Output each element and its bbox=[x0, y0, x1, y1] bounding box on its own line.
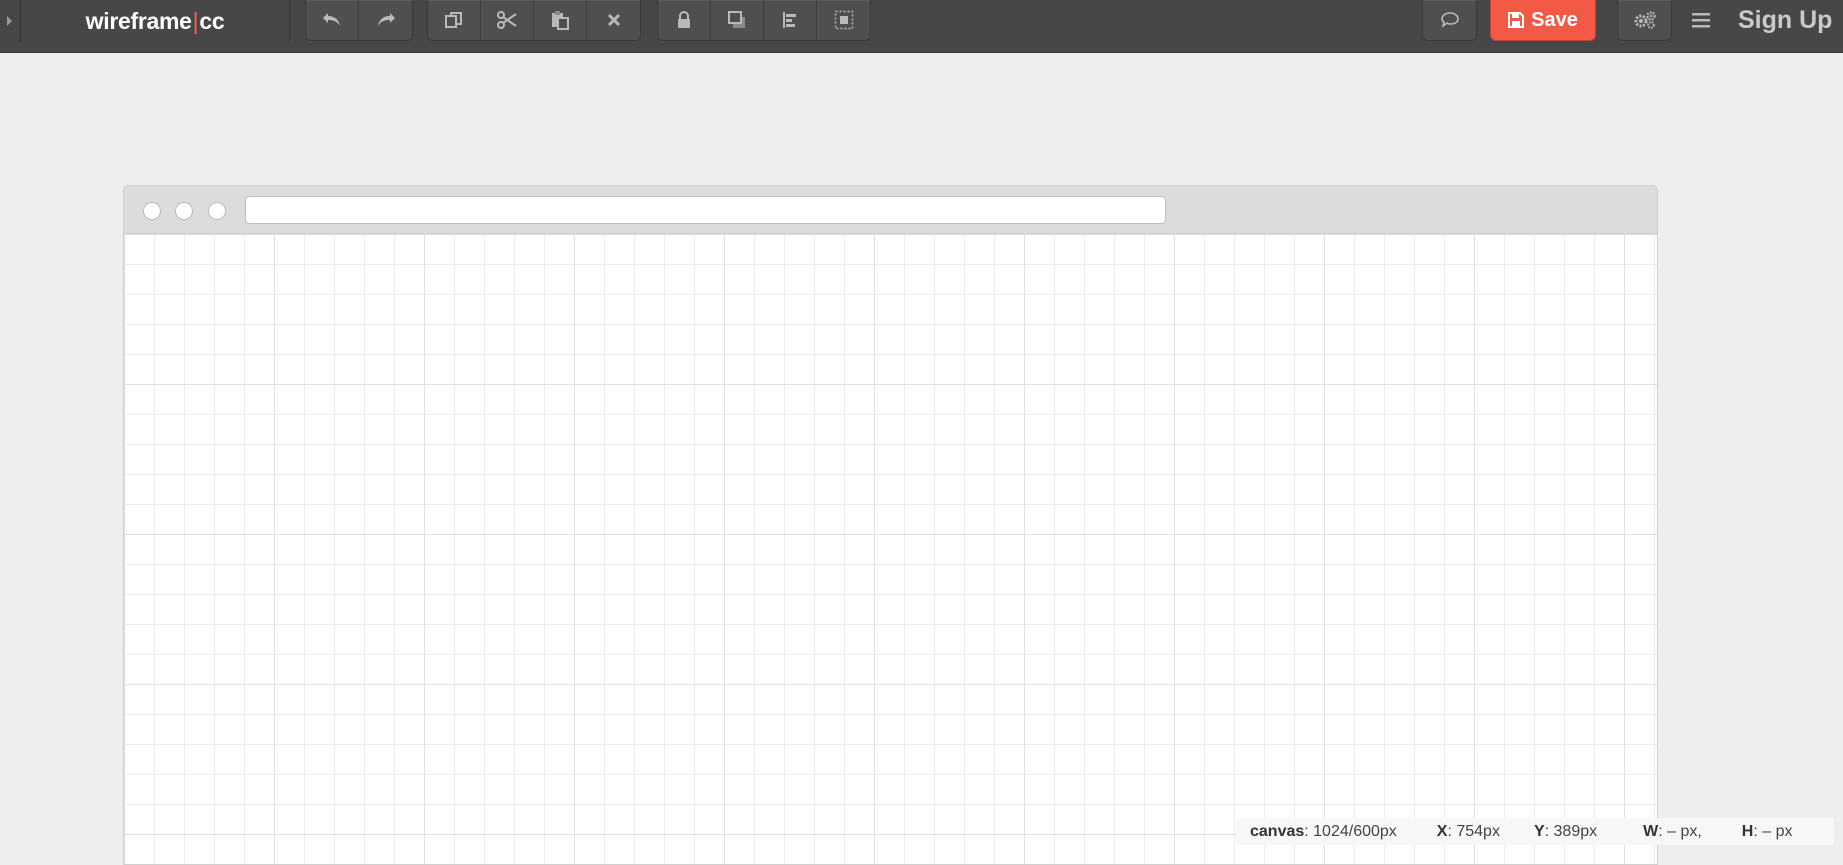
x-key: X bbox=[1436, 823, 1448, 840]
canvas-size-value: : 1024/600px bbox=[1304, 823, 1397, 840]
delete-icon bbox=[607, 13, 620, 27]
cut-icon bbox=[497, 11, 517, 29]
canvas-grid[interactable] bbox=[124, 234, 1657, 864]
undo-button[interactable] bbox=[306, 0, 359, 40]
save-button[interactable]: Save bbox=[1490, 0, 1596, 41]
copy-button[interactable] bbox=[428, 0, 481, 40]
y-readout: Y: 389px bbox=[1534, 818, 1597, 845]
hamburger-menu-icon bbox=[1692, 13, 1710, 28]
browser-frame-canvas[interactable] bbox=[123, 185, 1658, 865]
redo-button[interactable] bbox=[359, 0, 412, 40]
expand-arrow-icon bbox=[6, 16, 12, 26]
canvas-size-readout: canvas: 1024/600px bbox=[1250, 818, 1397, 845]
arrange-group bbox=[657, 0, 871, 41]
group-select-icon bbox=[834, 10, 853, 30]
main-menu-button[interactable] bbox=[1690, 9, 1712, 31]
w-key: W bbox=[1643, 823, 1659, 840]
window-dot-maximize bbox=[208, 202, 226, 220]
canvas-size-key: canvas bbox=[1250, 823, 1305, 840]
delete-button[interactable] bbox=[587, 0, 640, 40]
w-readout: W: – px, bbox=[1643, 818, 1702, 845]
copy-icon bbox=[445, 12, 462, 28]
lock-button[interactable] bbox=[658, 0, 711, 40]
speech-bubble-icon bbox=[1440, 12, 1459, 28]
window-dot-minimize bbox=[175, 202, 193, 220]
layer-order-icon bbox=[728, 11, 745, 28]
window-dot-close bbox=[143, 202, 161, 220]
redo-icon bbox=[377, 13, 395, 26]
x-value: : 754px bbox=[1447, 823, 1500, 840]
browser-address-bar[interactable] bbox=[245, 196, 1166, 224]
comment-group bbox=[1422, 0, 1477, 41]
save-label: Save bbox=[1531, 8, 1578, 31]
h-value: : – px bbox=[1753, 823, 1793, 840]
x-readout: X: 754px bbox=[1437, 818, 1500, 845]
y-value: : 389px bbox=[1544, 823, 1598, 840]
comment-button[interactable] bbox=[1423, 0, 1476, 40]
logo-text-main: wireframe bbox=[85, 7, 192, 34]
group-select-button[interactable] bbox=[817, 0, 870, 40]
floppy-disk-icon bbox=[1508, 12, 1525, 28]
clipboard-group bbox=[427, 0, 641, 41]
align-icon bbox=[783, 12, 796, 28]
status-bar: canvas: 1024/600px X: 754px Y: 389px W: … bbox=[1236, 818, 1834, 845]
app-logo[interactable]: wireframe | cc bbox=[21, 0, 290, 42]
y-key: Y bbox=[1533, 823, 1545, 840]
top-toolbar: wireframe | cc Save Sign Up bbox=[0, 0, 1843, 53]
logo-separator: | bbox=[192, 7, 199, 34]
gears-icon bbox=[1634, 11, 1656, 29]
layer-order-button[interactable] bbox=[711, 0, 764, 40]
h-readout: H: – px bbox=[1742, 818, 1793, 845]
logo-text-suffix: cc bbox=[199, 7, 225, 34]
undo-icon bbox=[323, 13, 340, 26]
browser-chrome bbox=[124, 186, 1657, 234]
h-key: H bbox=[1741, 823, 1754, 840]
paste-icon bbox=[552, 11, 569, 30]
lock-icon bbox=[678, 11, 690, 28]
settings-group bbox=[1617, 0, 1672, 41]
sign-up-link[interactable]: Sign Up bbox=[1738, 5, 1832, 35]
sidebar-toggle[interactable] bbox=[0, 0, 21, 42]
w-value: : – px, bbox=[1658, 823, 1702, 840]
paste-button[interactable] bbox=[534, 0, 587, 40]
align-button[interactable] bbox=[764, 0, 817, 40]
settings-button[interactable] bbox=[1618, 0, 1671, 40]
cut-button[interactable] bbox=[481, 0, 534, 40]
history-group bbox=[305, 0, 413, 41]
